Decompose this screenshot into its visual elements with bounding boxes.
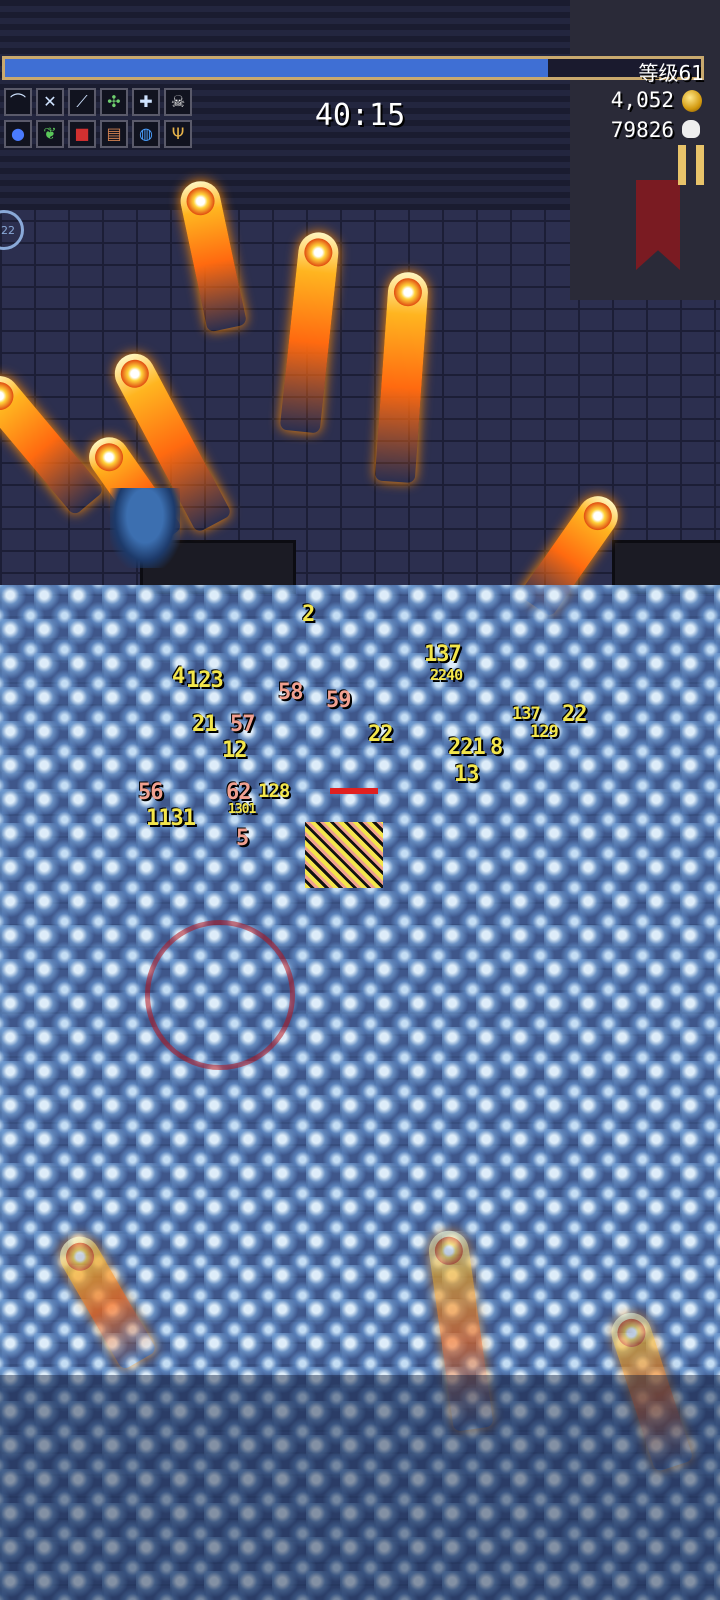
pause-icon (696, 145, 704, 185)
pause-button[interactable] (678, 145, 706, 185)
damage-number: 22 (562, 702, 587, 727)
pause-icon (678, 145, 686, 185)
bottom-shade (0, 1375, 720, 1600)
damage-number: 137 (424, 642, 462, 667)
damage-number: 2240 (430, 666, 463, 684)
damage-number: 21 (192, 712, 217, 737)
damage-number: 137 (512, 704, 541, 724)
damage-number: 58 (278, 680, 303, 705)
damage-number: 4 (172, 664, 185, 689)
damage-number: 1301 (228, 802, 256, 817)
reaper-enemy (110, 488, 180, 568)
kill-count: 79826 (610, 118, 674, 142)
damage-number: 57 (230, 712, 255, 737)
damage-number: 59 (326, 688, 351, 713)
damage-number: 2 (302, 602, 315, 627)
coin-icon (682, 90, 702, 112)
damage-number: 128 (258, 780, 290, 802)
damage-number: 13 (454, 762, 479, 787)
damage-number: 56 (138, 780, 163, 805)
xp-bar-fill (5, 59, 548, 77)
damage-number: 12 (222, 738, 247, 763)
pentagram-effect (145, 920, 295, 1070)
damage-number: 5 (236, 826, 249, 851)
damage-number: 123 (186, 668, 224, 693)
damage-number: 1131 (146, 806, 196, 831)
game-stage[interactable]: 2 4 123 58 59 21 57 12 22 137 2240 221 8… (0, 0, 720, 1600)
damage-number: 221 (448, 735, 486, 760)
damage-number: 22 (368, 722, 393, 747)
skull-icon (682, 120, 700, 138)
player-health-bar (330, 788, 378, 794)
damage-number: 8 (490, 735, 503, 760)
level-label: 等级61 (638, 61, 704, 85)
xp-bar (2, 56, 704, 80)
damage-number: 129 (530, 722, 559, 742)
gold-count: 4,052 (610, 88, 674, 112)
damage-number-cluster (305, 822, 383, 888)
